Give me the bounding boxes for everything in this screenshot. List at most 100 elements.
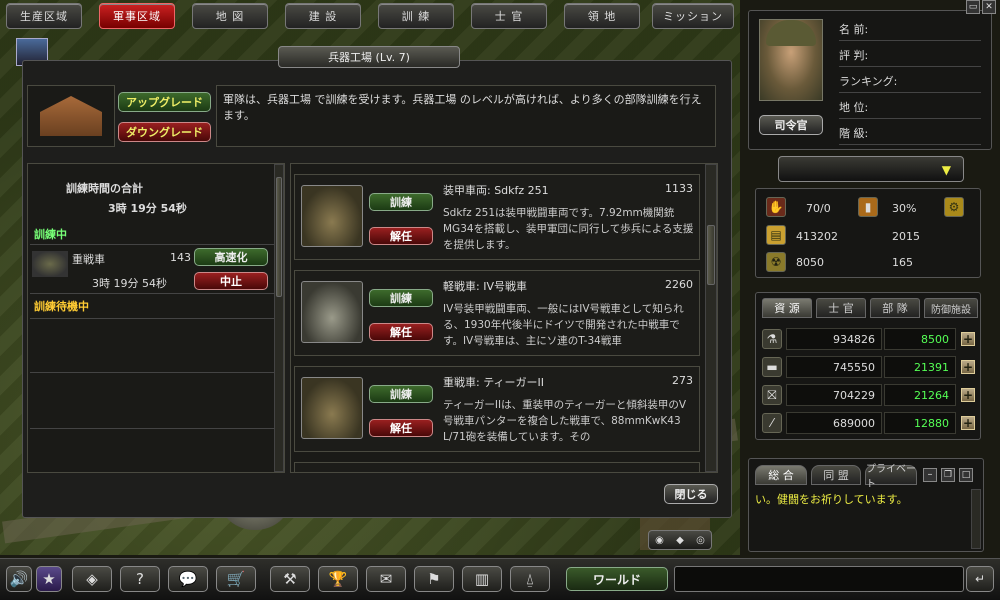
sound-icon[interactable]: 🔊 xyxy=(6,566,32,592)
shop-cart-icon[interactable]: 🛒 xyxy=(216,566,256,592)
star-icon[interactable]: ★ xyxy=(36,566,62,592)
avatar[interactable] xyxy=(759,19,823,101)
mail-icon[interactable]: ✉ xyxy=(366,566,406,592)
gear-icon[interactable]: ⚙ xyxy=(944,197,964,217)
unit-name: 装甲車両: Sdkfz 251 xyxy=(443,184,549,197)
waiting-label: 訓練待機中 xyxy=(34,300,89,313)
add-resource-button[interactable]: + xyxy=(961,416,975,430)
unit-name: 軽戦車: IV号戦車 xyxy=(443,280,527,293)
training-item-count: 143 xyxy=(170,251,191,264)
speedup-button[interactable]: 高速化 xyxy=(194,248,268,266)
nav-training[interactable]: 訓 練 xyxy=(378,3,454,29)
unit-count: 273 xyxy=(672,374,693,387)
chat-message: い。健闘をお祈りしています。 xyxy=(755,493,908,506)
nav-construction[interactable]: 建 設 xyxy=(285,3,361,29)
total-time-label: 訓練時間の合計 xyxy=(66,182,143,195)
nav-map[interactable]: 地 図 xyxy=(192,3,268,29)
nav-territory[interactable]: 領 地 xyxy=(564,3,640,29)
queue-slot xyxy=(30,372,274,428)
name-label: 名 前: xyxy=(839,21,981,41)
queue-scrollbar[interactable] xyxy=(274,164,284,472)
tank-icon xyxy=(32,251,68,277)
world-button[interactable]: ワールド xyxy=(566,567,668,591)
queue-slot xyxy=(30,428,274,472)
training-item-name: 重戦車 xyxy=(72,253,105,266)
add-resource-button[interactable]: + xyxy=(961,360,975,374)
radiation-icon: ☢ xyxy=(766,252,786,272)
commander-button[interactable]: 司令官 xyxy=(759,115,823,135)
upgrade-button[interactable]: アップグレード xyxy=(118,92,211,112)
enter-icon[interactable]: ↵ xyxy=(966,566,994,592)
downgrade-button[interactable]: ダウングレード xyxy=(118,122,211,142)
build-icon[interactable]: ⚒ xyxy=(270,566,310,592)
total-time-value: 3時 19分 54秒 xyxy=(108,202,187,215)
add-resource-button[interactable]: + xyxy=(961,332,975,346)
tab-defenses[interactable]: 防御施設 xyxy=(924,298,978,318)
chevron-down-icon: ▼ xyxy=(941,163,951,177)
close-button[interactable]: 閉じる xyxy=(664,484,718,504)
unit-list-scrollbar[interactable] xyxy=(705,164,717,472)
top-navigation: 生産区域 軍事区域 地 図 建 設 訓 練 士 官 領 地 ミッション xyxy=(6,3,736,29)
dismiss-button[interactable]: 解任 xyxy=(369,323,433,341)
gem-icon[interactable]: ◈ xyxy=(72,566,112,592)
help-icon[interactable]: ? xyxy=(120,566,160,592)
training-queue-panel: 訓練時間の合計 3時 19分 54秒 訓練中 重戦車 143 3時 19分 54… xyxy=(27,163,285,473)
chat-tab-private[interactable]: プライベート xyxy=(865,464,917,490)
resource-rate: 21391 xyxy=(884,356,956,378)
flag-rally-icon[interactable]: ⚑ xyxy=(414,566,454,592)
factory-icon xyxy=(40,96,102,136)
unit-count: 2260 xyxy=(665,278,693,291)
gold-icon: ▤ xyxy=(766,225,786,245)
stop-button[interactable]: 中止 xyxy=(194,272,268,290)
radio-tower-icon[interactable]: ⍙ xyxy=(510,566,550,592)
chat-tab-alliance[interactable]: 同 盟 xyxy=(811,465,861,485)
tab-troops[interactable]: 部 隊 xyxy=(870,298,920,318)
ranking-label: ランキング: xyxy=(839,73,981,93)
chat-input[interactable] xyxy=(674,566,964,592)
add-resource-button[interactable]: + xyxy=(961,388,975,402)
window-close-icon[interactable]: ✕ xyxy=(982,0,996,14)
ranking-icon[interactable]: ▥ xyxy=(462,566,502,592)
tab-officers[interactable]: 士 官 xyxy=(816,298,866,318)
train-button[interactable]: 訓練 xyxy=(369,385,433,403)
train-button[interactable]: 訓練 xyxy=(369,289,433,307)
eye-icon[interactable]: ◉ xyxy=(655,535,664,546)
dismiss-button[interactable]: 解任 xyxy=(369,419,433,437)
nav-military-zone[interactable]: 軍事区域 xyxy=(99,3,175,29)
bottom-toolbar: 🔊 ★ ◈ ? 💬 🛒 ⚒ 🏆 ✉ ⚑ ▥ ⍙ ワールド ↵ xyxy=(0,558,1000,600)
diamond-icon[interactable]: ◆ xyxy=(676,535,684,546)
resource-amount: 704229 xyxy=(786,384,882,406)
building-image xyxy=(27,85,115,147)
view-controls: ◉ ◆ ◎ xyxy=(648,530,712,550)
resource-amount: 689000 xyxy=(786,412,882,434)
chat-icon[interactable]: 💬 xyxy=(168,566,208,592)
nav-missions[interactable]: ミッション xyxy=(652,3,734,29)
dismiss-button[interactable]: 解任 xyxy=(369,227,433,245)
window-minimize-icon[interactable]: ▭ xyxy=(966,0,980,14)
resource-amount: 745550 xyxy=(786,356,882,378)
oil-resource-icon: ⛝ xyxy=(762,385,782,405)
tab-resources[interactable]: 資 源 xyxy=(762,298,812,318)
unit-list-scrollbar-thumb[interactable] xyxy=(707,225,715,285)
unit-card-sdkfz: 訓練 解任 装甲車両: Sdkfz 251 1133 Sdkfz 251は装甲戦… xyxy=(294,174,700,260)
chat-scrollbar[interactable] xyxy=(971,489,981,549)
minimize-icon[interactable]: – xyxy=(923,468,937,482)
resources-panel: 資 源 士 官 部 隊 防御施設 ⚗ 934826 8500 + ▬ 74555… xyxy=(755,292,981,440)
settings-icon[interactable]: ◎ xyxy=(696,535,705,546)
chat-tab-general[interactable]: 総 合 xyxy=(755,465,807,485)
nav-officers[interactable]: 士 官 xyxy=(471,3,547,29)
city-select[interactable]: ▼ xyxy=(778,156,964,182)
food-secondary-value: 165 xyxy=(892,256,913,269)
unit-name: 重戦車: ティーガーII xyxy=(443,376,545,389)
trophy-icon[interactable]: 🏆 xyxy=(318,566,358,592)
maximize-icon[interactable]: □ xyxy=(959,468,973,482)
nav-production-zone[interactable]: 生産区域 xyxy=(6,3,82,29)
unit-count: 1133 xyxy=(665,182,693,195)
bar-chart-icon: ▮ xyxy=(858,197,878,217)
queue-scrollbar-thumb[interactable] xyxy=(276,177,282,297)
resource-rate: 8500 xyxy=(884,328,956,350)
restore-icon[interactable]: ❐ xyxy=(941,468,955,482)
heavy-tank-icon xyxy=(301,377,363,439)
train-button[interactable]: 訓練 xyxy=(369,193,433,211)
chat-panel: 総 合 同 盟 プライベート – ❐ □ い。健闘をお祈りしています。 xyxy=(748,458,984,552)
